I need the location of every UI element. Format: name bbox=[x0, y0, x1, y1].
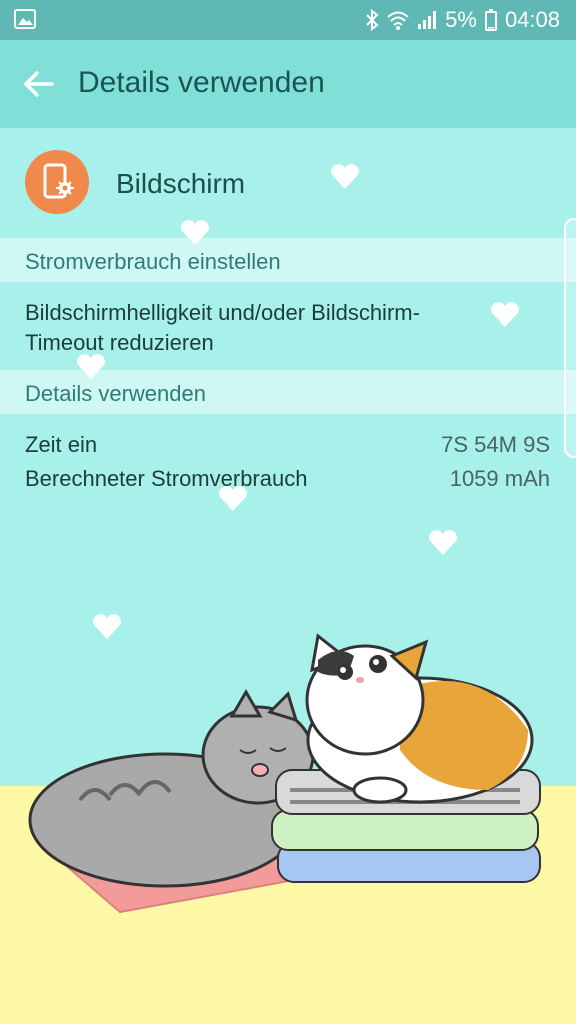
heart-icon bbox=[491, 302, 519, 327]
app-bar: Details verwenden bbox=[0, 40, 576, 128]
wifi-icon bbox=[387, 11, 409, 30]
gallery-icon bbox=[14, 9, 36, 29]
app-name: Bildschirm bbox=[116, 168, 246, 199]
section-header-details: Details verwenden bbox=[0, 370, 576, 414]
detail-row-time-on: Zeit ein 7S 54M 9S bbox=[0, 432, 576, 464]
battery-percent: 5% bbox=[445, 7, 477, 32]
detail-value: 7S 54M 9S bbox=[441, 432, 550, 457]
bluetooth-icon bbox=[366, 9, 379, 31]
battery-icon bbox=[484, 9, 497, 31]
detail-row-power-use: Berechneter Stromverbrauch 1059 mAh bbox=[0, 466, 576, 498]
detail-value: 1059 mAh bbox=[449, 466, 550, 491]
status-bar: 5% 04:08 bbox=[0, 0, 576, 40]
signal-icon bbox=[418, 11, 437, 29]
power-tip[interactable]: Bildschirmhelligkeit und/oder Bildschirm… bbox=[25, 298, 485, 358]
section-header-power: Stromverbrauch einstellen bbox=[0, 238, 576, 282]
section-header-label: Details verwenden bbox=[25, 381, 206, 406]
heart-icon bbox=[93, 614, 121, 639]
back-arrow-icon[interactable] bbox=[22, 66, 58, 102]
clock: 04:08 bbox=[504, 7, 560, 32]
edge-panel-handle[interactable] bbox=[564, 218, 576, 458]
page-title: Details verwenden bbox=[78, 66, 325, 99]
section-header-label: Stromverbrauch einstellen bbox=[25, 249, 281, 274]
screen-settings-icon bbox=[25, 150, 89, 214]
detail-label: Berechneter Stromverbrauch bbox=[25, 466, 308, 491]
detail-label: Zeit ein bbox=[25, 432, 98, 457]
heart-icon bbox=[429, 530, 457, 555]
cats-illustration bbox=[28, 633, 541, 914]
app-header: Bildschirm bbox=[0, 128, 576, 238]
